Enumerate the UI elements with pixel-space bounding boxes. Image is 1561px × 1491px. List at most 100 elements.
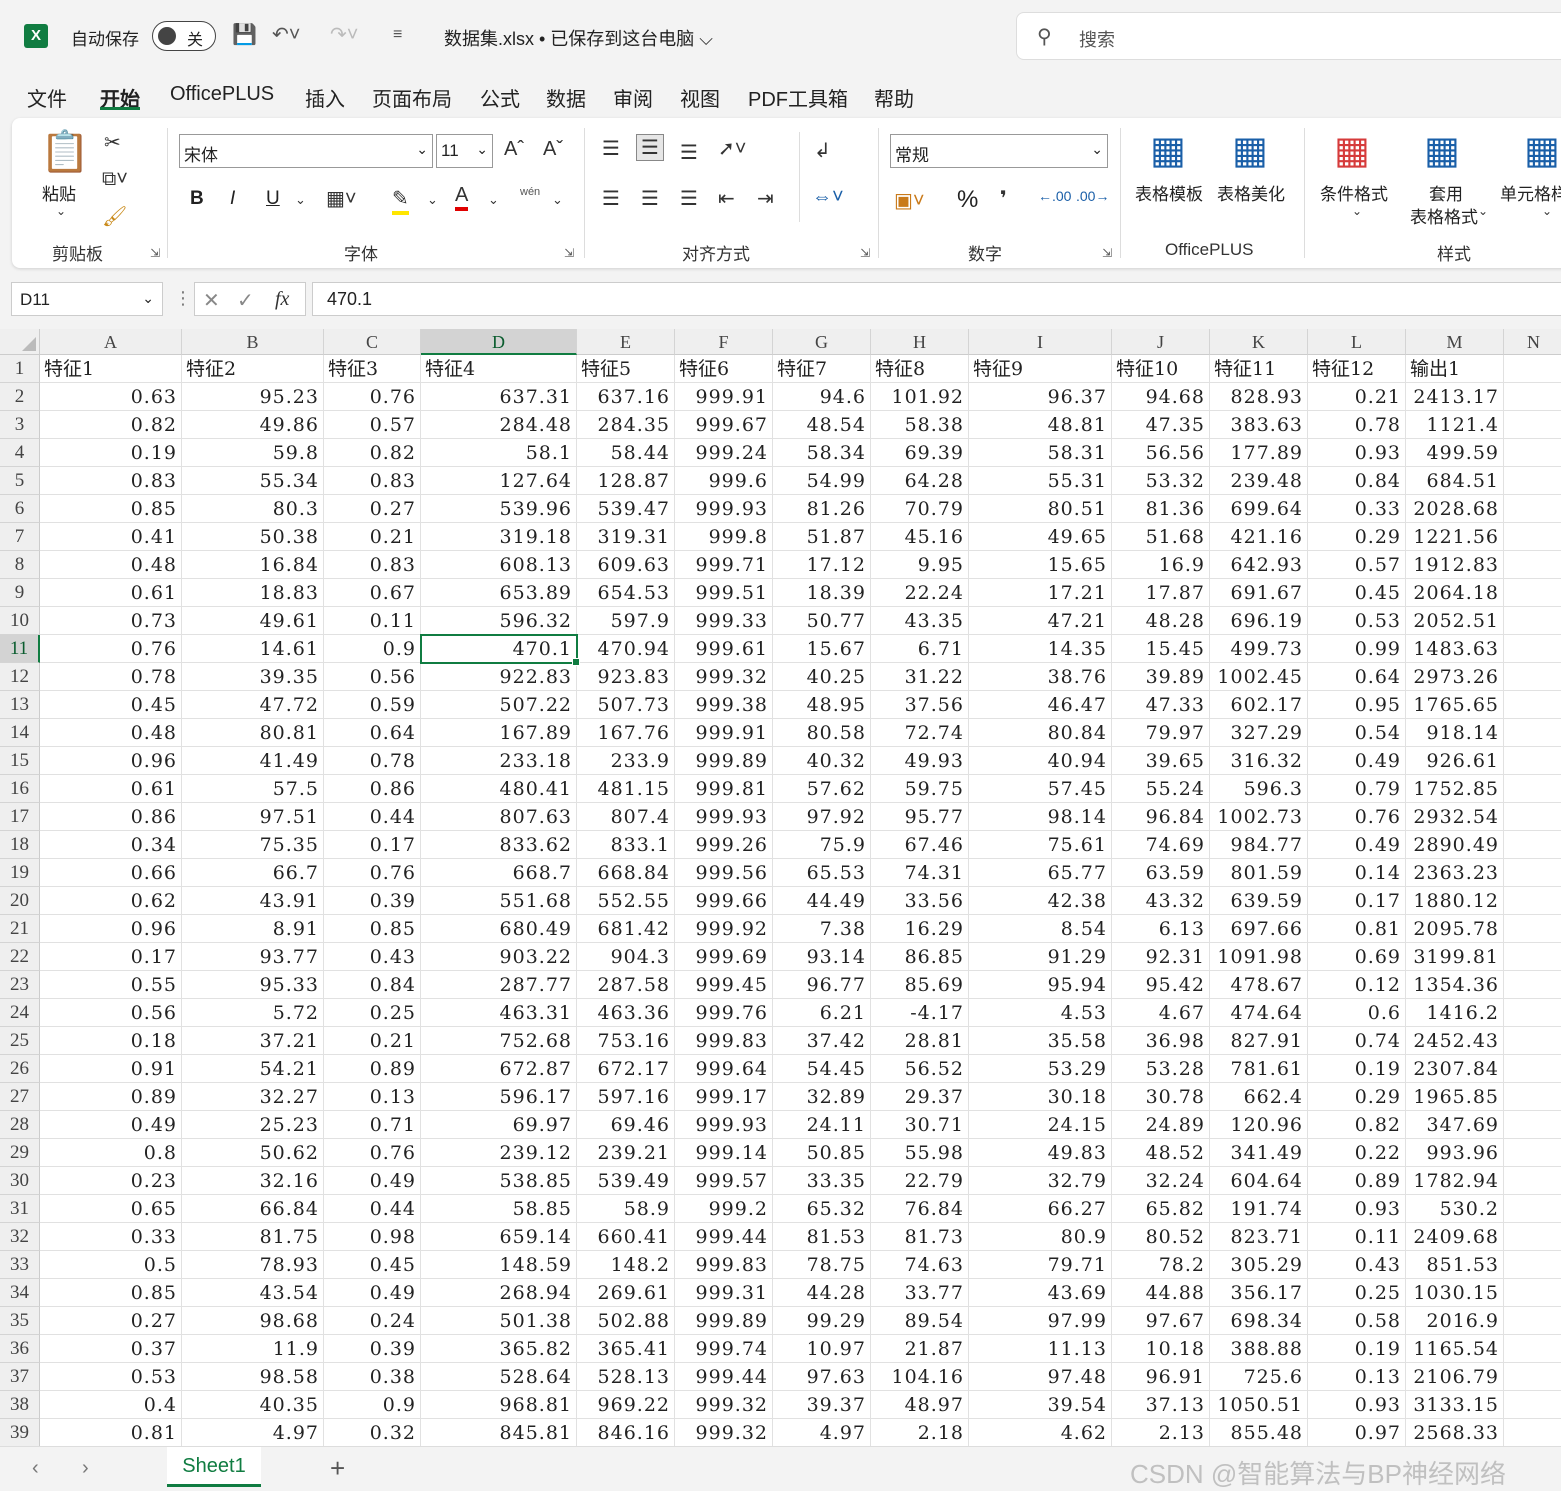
row-header[interactable]: 39 [0,1419,40,1446]
cell-a33[interactable]: 0.5 [40,1251,182,1279]
cell-f24[interactable]: 999.76 [675,999,773,1027]
cell-a37[interactable]: 0.53 [40,1363,182,1391]
cell-b38[interactable]: 40.35 [182,1391,324,1419]
cell-n30[interactable] [1504,1167,1561,1195]
cell-l29[interactable]: 0.22 [1308,1139,1406,1167]
cell-d38[interactable]: 968.81 [421,1391,577,1419]
tab-formulas[interactable]: 公式 [480,83,520,112]
cell-h26[interactable]: 56.52 [871,1055,969,1083]
cell-b29[interactable]: 50.62 [182,1139,324,1167]
cell-n5[interactable] [1504,467,1561,495]
row-header[interactable]: 23 [0,971,40,999]
cell-l24[interactable]: 0.6 [1308,999,1406,1027]
cell-k33[interactable]: 305.29 [1210,1251,1308,1279]
cell-e36[interactable]: 365.41 [577,1335,675,1363]
cell-l6[interactable]: 0.33 [1308,495,1406,523]
cell-b3[interactable]: 49.86 [182,411,324,439]
cell-b19[interactable]: 66.7 [182,859,324,887]
column-header-j[interactable]: J [1112,329,1210,355]
cell-l16[interactable]: 0.79 [1308,775,1406,803]
cell-e18[interactable]: 833.1 [577,831,675,859]
cell-l7[interactable]: 0.29 [1308,523,1406,551]
row-header[interactable]: 6 [0,495,40,523]
cell-j31[interactable]: 65.82 [1112,1195,1210,1223]
cell-k28[interactable]: 120.96 [1210,1111,1308,1139]
cell-c23[interactable]: 0.84 [324,971,421,999]
cell-m38[interactable]: 3133.15 [1406,1391,1504,1419]
cell-f11[interactable]: 999.61 [675,635,773,663]
cell-d29[interactable]: 239.12 [421,1139,577,1167]
cell-d33[interactable]: 148.59 [421,1251,577,1279]
cell-d20[interactable]: 551.68 [421,887,577,915]
cell-d34[interactable]: 268.94 [421,1279,577,1307]
cell-c12[interactable]: 0.56 [324,663,421,691]
cell-j25[interactable]: 36.98 [1112,1027,1210,1055]
cell-d39[interactable]: 845.81 [421,1419,577,1446]
select-all-button[interactable] [0,329,40,355]
cell-h24[interactable]: -4.17 [871,999,969,1027]
cell-b12[interactable]: 39.35 [182,663,324,691]
cell-d25[interactable]: 752.68 [421,1027,577,1055]
cell-f21[interactable]: 999.92 [675,915,773,943]
tab-review[interactable]: 审阅 [613,83,653,112]
cell-m9[interactable]: 2064.18 [1406,579,1504,607]
cell-a24[interactable]: 0.56 [40,999,182,1027]
cell-b8[interactable]: 16.84 [182,551,324,579]
cell-k20[interactable]: 639.59 [1210,887,1308,915]
increase-font-icon[interactable]: Aˆ [504,138,524,161]
tab-view[interactable]: 视图 [680,83,720,112]
cell-d4[interactable]: 58.1 [421,439,577,467]
cell-d10[interactable]: 596.32 [421,607,577,635]
cell-a10[interactable]: 0.73 [40,607,182,635]
cell-j22[interactable]: 92.31 [1112,943,1210,971]
cell-l32[interactable]: 0.11 [1308,1223,1406,1251]
cell-n22[interactable] [1504,943,1561,971]
cell-m28[interactable]: 347.69 [1406,1111,1504,1139]
cell-f33[interactable]: 999.83 [675,1251,773,1279]
cell-l35[interactable]: 0.58 [1308,1307,1406,1335]
cell-j21[interactable]: 6.13 [1112,915,1210,943]
cell-d35[interactable]: 501.38 [421,1307,577,1335]
cell-a17[interactable]: 0.86 [40,803,182,831]
cell-c33[interactable]: 0.45 [324,1251,421,1279]
cell-h2[interactable]: 101.92 [871,383,969,411]
row-header[interactable]: 18 [0,831,40,859]
cell-i35[interactable]: 97.99 [969,1307,1112,1335]
cell-m20[interactable]: 1880.12 [1406,887,1504,915]
cell-d19[interactable]: 668.7 [421,859,577,887]
cell-n11[interactable] [1504,635,1561,663]
cell-b5[interactable]: 55.34 [182,467,324,495]
row-header[interactable]: 11 [0,635,40,663]
cell-n29[interactable] [1504,1139,1561,1167]
row-header[interactable]: 13 [0,691,40,719]
cell-m32[interactable]: 2409.68 [1406,1223,1504,1251]
cell-j23[interactable]: 95.42 [1112,971,1210,999]
table-template-icon[interactable]: ▦ [1150,128,1186,173]
cell-h5[interactable]: 64.28 [871,467,969,495]
cell-l34[interactable]: 0.25 [1308,1279,1406,1307]
cell-k29[interactable]: 341.49 [1210,1139,1308,1167]
cell-b2[interactable]: 95.23 [182,383,324,411]
cell-h12[interactable]: 31.22 [871,663,969,691]
row-header[interactable]: 21 [0,915,40,943]
cell-c21[interactable]: 0.85 [324,915,421,943]
cell-c5[interactable]: 0.83 [324,467,421,495]
cell-j10[interactable]: 48.28 [1112,607,1210,635]
row-header[interactable]: 31 [0,1195,40,1223]
cell-m23[interactable]: 1354.36 [1406,971,1504,999]
cell-g17[interactable]: 97.92 [773,803,871,831]
undo-icon[interactable]: ↶˅ [272,22,300,47]
cell-style-icon[interactable]: ▦ [1524,128,1560,173]
tab-help[interactable]: 帮助 [874,83,914,112]
accounting-format-icon[interactable]: ▣˅ [894,188,925,213]
cell-d12[interactable]: 922.83 [421,663,577,691]
cell-a22[interactable]: 0.17 [40,943,182,971]
cell-k5[interactable]: 239.48 [1210,467,1308,495]
cell-k12[interactable]: 1002.45 [1210,663,1308,691]
cell-m30[interactable]: 1782.94 [1406,1167,1504,1195]
cell-n15[interactable] [1504,747,1561,775]
cell-k10[interactable]: 696.19 [1210,607,1308,635]
font-size-combo[interactable]: 11 ⌄ [436,134,493,168]
cell-g39[interactable]: 4.97 [773,1419,871,1446]
cell-h20[interactable]: 33.56 [871,887,969,915]
